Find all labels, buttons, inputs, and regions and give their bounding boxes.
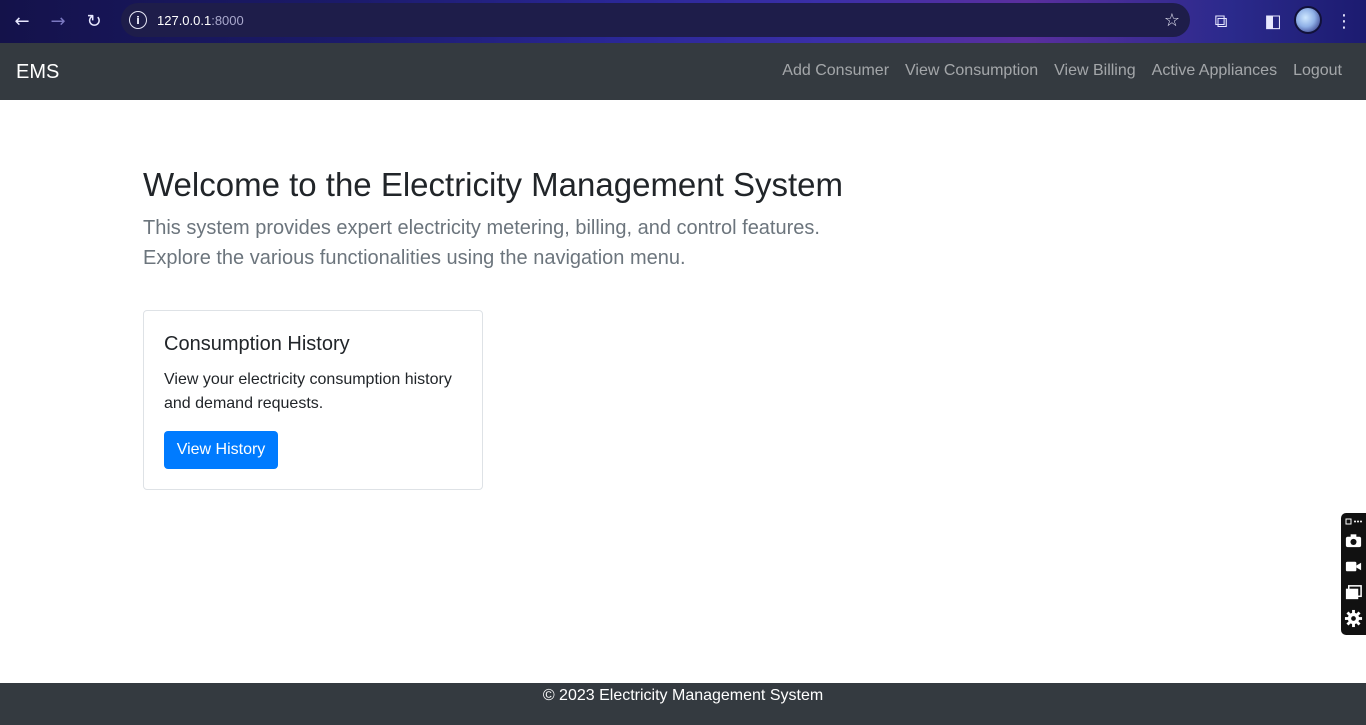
widget-handle-icon[interactable] <box>1345 517 1362 526</box>
app-navbar: EMS Add Consumer View Consumption View B… <box>0 43 1366 100</box>
browser-toolbar: ← → ↻ i 127.0.0.1:8000 ☆ ⧉ ◧ ⋮ <box>0 0 1366 43</box>
bookmark-star-icon[interactable]: ☆ <box>1164 10 1180 31</box>
side-panel-icon[interactable]: ◧ <box>1258 6 1288 36</box>
card-text: View your electricity consumption histor… <box>164 371 452 412</box>
url-port: :8000 <box>211 12 244 28</box>
url-text[interactable]: 127.0.0.1:8000 <box>157 13 244 28</box>
browser-menu-icon[interactable]: ⋮ <box>1329 6 1359 36</box>
consumption-history-card: Consumption History View your electricit… <box>143 310 483 490</box>
nav-link-view-consumption[interactable]: View Consumption <box>905 62 1038 80</box>
back-arrow-icon[interactable]: ← <box>7 6 37 36</box>
navbar-brand[interactable]: EMS <box>16 61 59 84</box>
page-title: Welcome to the Electricity Management Sy… <box>143 166 843 203</box>
window-icon[interactable] <box>1344 583 1363 602</box>
nav-link-logout[interactable]: Logout <box>1293 62 1342 80</box>
forward-arrow-icon[interactable]: → <box>43 6 73 36</box>
nav-link-active-appliances[interactable]: Active Appliances <box>1152 62 1277 80</box>
nav-links: Add Consumer View Consumption View Billi… <box>782 62 1342 80</box>
footer-copyright: © 2023 Electricity Management System <box>542 687 824 704</box>
nav-link-add-consumer[interactable]: Add Consumer <box>782 62 889 80</box>
intro-text: This system provides expert electricity … <box>143 217 820 269</box>
profile-avatar[interactable] <box>1294 6 1322 34</box>
video-icon[interactable] <box>1344 557 1363 576</box>
page-footer: © 2023 Electricity Management System <box>0 683 1366 725</box>
settings-icon[interactable] <box>1344 609 1363 628</box>
camera-icon[interactable] <box>1344 531 1363 550</box>
extensions-icon[interactable]: ⧉ <box>1206 6 1236 36</box>
view-history-button[interactable]: View History <box>164 431 278 469</box>
card-title: Consumption History <box>164 333 350 355</box>
url-host: 127.0.0.1 <box>157 12 212 28</box>
nav-link-view-billing[interactable]: View Billing <box>1054 62 1136 80</box>
site-info-icon[interactable]: i <box>129 11 147 29</box>
reload-icon[interactable]: ↻ <box>79 6 109 36</box>
floating-capture-widget <box>1341 513 1366 635</box>
address-bar[interactable]: i 127.0.0.1:8000 ☆ <box>121 3 1190 37</box>
